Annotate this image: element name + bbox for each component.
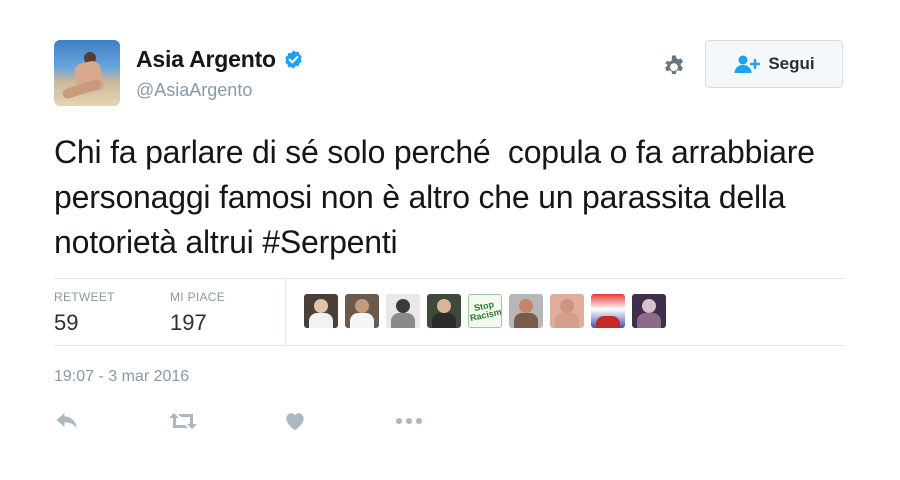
- liker-avatar[interactable]: [345, 294, 379, 328]
- heart-icon: [286, 413, 304, 431]
- liker-avatar[interactable]: Stop Racism: [468, 294, 502, 328]
- author-name[interactable]: Asia Argento: [136, 46, 276, 73]
- follow-button[interactable]: Segui: [705, 40, 843, 88]
- liker-avatar[interactable]: [509, 294, 543, 328]
- retweet-stat[interactable]: RETWEET 59: [54, 290, 115, 336]
- hashtag-link[interactable]: #Serpenti: [262, 224, 397, 260]
- add-user-icon: [734, 55, 761, 73]
- like-button[interactable]: [280, 408, 310, 434]
- liker-avatar[interactable]: [427, 294, 461, 328]
- retweet-button[interactable]: [168, 408, 198, 434]
- divider: [54, 278, 845, 279]
- author-name-row: Asia Argento: [136, 46, 304, 73]
- gear-icon[interactable]: [660, 52, 688, 80]
- author-avatar[interactable]: [54, 40, 120, 106]
- retweet-icon: [169, 413, 197, 429]
- liker-avatar[interactable]: [304, 294, 338, 328]
- more-dots-icon: [396, 418, 422, 424]
- more-button[interactable]: [394, 408, 424, 434]
- tweet-text: Chi fa parlare di sé solo perché copula …: [54, 130, 854, 265]
- retweet-count: 59: [54, 310, 79, 335]
- divider: [285, 278, 286, 345]
- liker-avatar[interactable]: [550, 294, 584, 328]
- retweet-stat-label: RETWEET: [54, 290, 115, 304]
- divider: [54, 345, 845, 346]
- liker-avatar[interactable]: [632, 294, 666, 328]
- likes-stat-label: MI PIACE: [170, 290, 226, 304]
- liker-avatar[interactable]: [386, 294, 420, 328]
- tweet-timestamp[interactable]: 19:07 - 3 mar 2016: [54, 368, 189, 386]
- reply-icon: [56, 413, 77, 429]
- verified-badge-icon: [285, 50, 302, 69]
- likes-count: 197: [170, 310, 207, 335]
- tweet-body: Chi fa parlare di sé solo perché copula …: [54, 134, 824, 260]
- author-handle[interactable]: @AsiaArgento: [136, 80, 252, 101]
- liker-avatar[interactable]: [591, 294, 625, 328]
- liker-avatar-text: Stop Racism: [469, 299, 502, 324]
- reply-button[interactable]: [52, 408, 82, 434]
- likes-stat[interactable]: MI PIACE 197: [170, 290, 225, 336]
- follow-button-label: Segui: [768, 54, 815, 73]
- likers-avatar-list: Stop Racism: [304, 294, 666, 328]
